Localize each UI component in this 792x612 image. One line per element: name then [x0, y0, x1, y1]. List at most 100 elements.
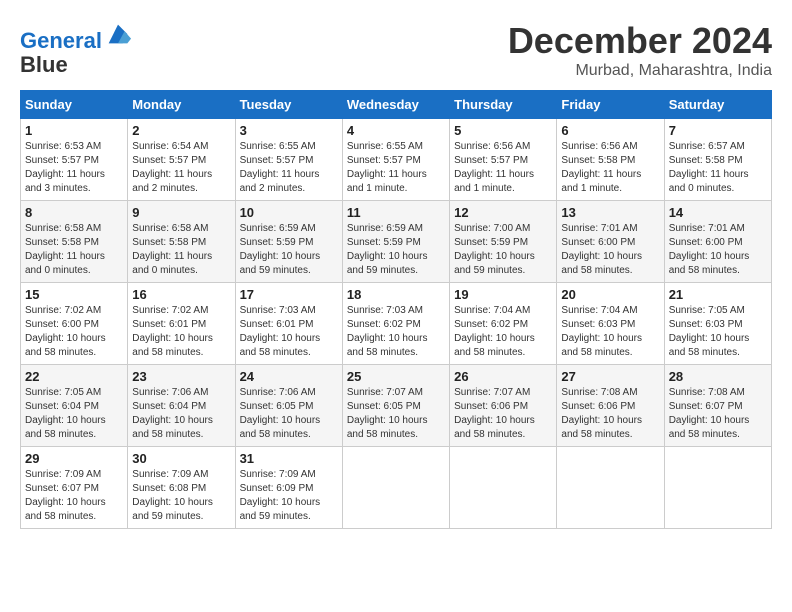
day-number: 15 — [25, 287, 123, 302]
header-sunday: Sunday — [21, 91, 128, 119]
day-number: 27 — [561, 369, 659, 384]
day-number: 31 — [240, 451, 338, 466]
table-row: 31 Sunrise: 7:09 AMSunset: 6:09 PMDaylig… — [235, 447, 342, 529]
table-row: 18 Sunrise: 7:03 AMSunset: 6:02 PMDaylig… — [342, 283, 449, 365]
day-number: 29 — [25, 451, 123, 466]
day-info: Sunrise: 6:54 AMSunset: 5:57 PMDaylight:… — [132, 140, 230, 196]
table-row: 15 Sunrise: 7:02 AMSunset: 6:00 PMDaylig… — [21, 283, 128, 365]
logo: General Blue — [20, 20, 132, 77]
day-info: Sunrise: 7:09 AMSunset: 6:09 PMDaylight:… — [240, 468, 338, 524]
day-info: Sunrise: 7:08 AMSunset: 6:07 PMDaylight:… — [669, 386, 767, 442]
page-header: General Blue December 2024 Murbad, Mahar… — [20, 20, 772, 80]
day-number: 1 — [25, 123, 123, 138]
day-info: Sunrise: 7:02 AMSunset: 6:00 PMDaylight:… — [25, 304, 123, 360]
table-row: 26 Sunrise: 7:07 AMSunset: 6:06 PMDaylig… — [450, 365, 557, 447]
day-info: Sunrise: 7:05 AMSunset: 6:04 PMDaylight:… — [25, 386, 123, 442]
day-number: 25 — [347, 369, 445, 384]
header-saturday: Saturday — [664, 91, 771, 119]
day-info: Sunrise: 7:02 AMSunset: 6:01 PMDaylight:… — [132, 304, 230, 360]
table-row: 10 Sunrise: 6:59 AMSunset: 5:59 PMDaylig… — [235, 201, 342, 283]
day-info: Sunrise: 6:55 AMSunset: 5:57 PMDaylight:… — [347, 140, 445, 196]
table-row: 9 Sunrise: 6:58 AMSunset: 5:58 PMDayligh… — [128, 201, 235, 283]
table-row: 28 Sunrise: 7:08 AMSunset: 6:07 PMDaylig… — [664, 365, 771, 447]
header-tuesday: Tuesday — [235, 91, 342, 119]
day-info: Sunrise: 6:57 AMSunset: 5:58 PMDaylight:… — [669, 140, 767, 196]
day-number: 13 — [561, 205, 659, 220]
table-row: 27 Sunrise: 7:08 AMSunset: 6:06 PMDaylig… — [557, 365, 664, 447]
day-info: Sunrise: 6:53 AMSunset: 5:57 PMDaylight:… — [25, 140, 123, 196]
month-title: December 2024 — [508, 20, 772, 62]
table-row: 12 Sunrise: 7:00 AMSunset: 5:59 PMDaylig… — [450, 201, 557, 283]
table-row: 22 Sunrise: 7:05 AMSunset: 6:04 PMDaylig… — [21, 365, 128, 447]
day-info: Sunrise: 7:08 AMSunset: 6:06 PMDaylight:… — [561, 386, 659, 442]
day-number: 12 — [454, 205, 552, 220]
day-number: 21 — [669, 287, 767, 302]
header-friday: Friday — [557, 91, 664, 119]
table-row: 11 Sunrise: 6:59 AMSunset: 5:59 PMDaylig… — [342, 201, 449, 283]
weekday-header-row: Sunday Monday Tuesday Wednesday Thursday… — [21, 91, 772, 119]
calendar-week-row: 1 Sunrise: 6:53 AMSunset: 5:57 PMDayligh… — [21, 119, 772, 201]
table-row: 30 Sunrise: 7:09 AMSunset: 6:08 PMDaylig… — [128, 447, 235, 529]
day-number: 19 — [454, 287, 552, 302]
table-row: 23 Sunrise: 7:06 AMSunset: 6:04 PMDaylig… — [128, 365, 235, 447]
day-info: Sunrise: 7:03 AMSunset: 6:01 PMDaylight:… — [240, 304, 338, 360]
table-row: 25 Sunrise: 7:07 AMSunset: 6:05 PMDaylig… — [342, 365, 449, 447]
day-number: 18 — [347, 287, 445, 302]
day-info: Sunrise: 7:01 AMSunset: 6:00 PMDaylight:… — [669, 222, 767, 278]
day-info: Sunrise: 6:56 AMSunset: 5:58 PMDaylight:… — [561, 140, 659, 196]
calendar-week-row: 15 Sunrise: 7:02 AMSunset: 6:00 PMDaylig… — [21, 283, 772, 365]
day-number: 20 — [561, 287, 659, 302]
table-row: 5 Sunrise: 6:56 AMSunset: 5:57 PMDayligh… — [450, 119, 557, 201]
day-info: Sunrise: 7:07 AMSunset: 6:05 PMDaylight:… — [347, 386, 445, 442]
location-title: Murbad, Maharashtra, India — [508, 62, 772, 80]
table-row: 21 Sunrise: 7:05 AMSunset: 6:03 PMDaylig… — [664, 283, 771, 365]
day-info: Sunrise: 7:06 AMSunset: 6:05 PMDaylight:… — [240, 386, 338, 442]
day-number: 26 — [454, 369, 552, 384]
logo-icon — [104, 20, 132, 48]
day-number: 9 — [132, 205, 230, 220]
day-number: 14 — [669, 205, 767, 220]
day-info: Sunrise: 7:01 AMSunset: 6:00 PMDaylight:… — [561, 222, 659, 278]
day-number: 5 — [454, 123, 552, 138]
table-row: 14 Sunrise: 7:01 AMSunset: 6:00 PMDaylig… — [664, 201, 771, 283]
table-row: 7 Sunrise: 6:57 AMSunset: 5:58 PMDayligh… — [664, 119, 771, 201]
day-number: 22 — [25, 369, 123, 384]
day-number: 8 — [25, 205, 123, 220]
day-info: Sunrise: 6:59 AMSunset: 5:59 PMDaylight:… — [240, 222, 338, 278]
day-number: 3 — [240, 123, 338, 138]
day-info: Sunrise: 7:09 AMSunset: 6:07 PMDaylight:… — [25, 468, 123, 524]
header-wednesday: Wednesday — [342, 91, 449, 119]
table-row: 24 Sunrise: 7:06 AMSunset: 6:05 PMDaylig… — [235, 365, 342, 447]
day-info: Sunrise: 7:09 AMSunset: 6:08 PMDaylight:… — [132, 468, 230, 524]
day-number: 7 — [669, 123, 767, 138]
header-monday: Monday — [128, 91, 235, 119]
day-number: 4 — [347, 123, 445, 138]
day-number: 23 — [132, 369, 230, 384]
table-row: 17 Sunrise: 7:03 AMSunset: 6:01 PMDaylig… — [235, 283, 342, 365]
day-info: Sunrise: 7:00 AMSunset: 5:59 PMDaylight:… — [454, 222, 552, 278]
day-info: Sunrise: 7:03 AMSunset: 6:02 PMDaylight:… — [347, 304, 445, 360]
table-row: 20 Sunrise: 7:04 AMSunset: 6:03 PMDaylig… — [557, 283, 664, 365]
day-number: 2 — [132, 123, 230, 138]
day-number: 11 — [347, 205, 445, 220]
day-info: Sunrise: 6:58 AMSunset: 5:58 PMDaylight:… — [132, 222, 230, 278]
table-row: 6 Sunrise: 6:56 AMSunset: 5:58 PMDayligh… — [557, 119, 664, 201]
day-number: 17 — [240, 287, 338, 302]
table-row: 2 Sunrise: 6:54 AMSunset: 5:57 PMDayligh… — [128, 119, 235, 201]
day-number: 30 — [132, 451, 230, 466]
day-info: Sunrise: 7:05 AMSunset: 6:03 PMDaylight:… — [669, 304, 767, 360]
table-row: 29 Sunrise: 7:09 AMSunset: 6:07 PMDaylig… — [21, 447, 128, 529]
day-number: 24 — [240, 369, 338, 384]
day-info: Sunrise: 6:55 AMSunset: 5:57 PMDaylight:… — [240, 140, 338, 196]
table-row: 13 Sunrise: 7:01 AMSunset: 6:00 PMDaylig… — [557, 201, 664, 283]
day-info: Sunrise: 6:56 AMSunset: 5:57 PMDaylight:… — [454, 140, 552, 196]
day-info: Sunrise: 6:58 AMSunset: 5:58 PMDaylight:… — [25, 222, 123, 278]
day-info: Sunrise: 7:04 AMSunset: 6:03 PMDaylight:… — [561, 304, 659, 360]
day-info: Sunrise: 7:04 AMSunset: 6:02 PMDaylight:… — [454, 304, 552, 360]
logo-text: General Blue — [20, 20, 132, 77]
calendar-table: Sunday Monday Tuesday Wednesday Thursday… — [20, 90, 772, 529]
day-info: Sunrise: 6:59 AMSunset: 5:59 PMDaylight:… — [347, 222, 445, 278]
table-row: 19 Sunrise: 7:04 AMSunset: 6:02 PMDaylig… — [450, 283, 557, 365]
day-number: 28 — [669, 369, 767, 384]
header-thursday: Thursday — [450, 91, 557, 119]
